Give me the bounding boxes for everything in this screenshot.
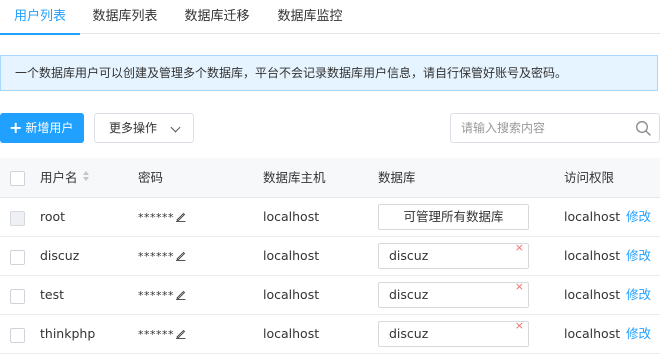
close-icon[interactable]: × [515,275,524,299]
edit-link[interactable]: 修改 [626,276,651,314]
edit-link[interactable]: 修改 [626,315,651,353]
pencil-icon[interactable] [175,251,186,261]
password-mask: ****** [138,289,174,302]
username: test [40,287,65,302]
password-mask: ****** [138,328,174,341]
database-tag: 可管理所有数据库 [378,204,529,230]
more-actions-label: 更多操作 [109,121,158,135]
header-host: 数据库主机 [263,170,326,185]
pencil-icon[interactable] [175,290,186,300]
tab-database-migration[interactable]: 数据库迁移 [175,0,259,34]
search-box [450,113,660,143]
sort-icon[interactable] [82,171,90,183]
access: localhost [564,326,621,341]
host: localhost [263,287,320,302]
database-name: discuz [389,287,429,302]
more-actions-dropdown[interactable]: 更多操作 [94,113,194,143]
pencil-icon[interactable] [175,329,186,339]
pencil-icon[interactable] [175,212,186,222]
header-database: 数据库 [378,170,416,185]
add-user-label: 新增用户 [25,121,74,135]
tab-database-monitor[interactable]: 数据库监控 [268,0,352,34]
close-icon[interactable]: × [515,314,524,338]
table-row: discuz ****** localhost discuz × localhos… [0,237,660,276]
username: thinkphp [40,326,96,341]
password-mask: ****** [138,211,174,224]
header-access: 访问权限 [564,170,615,185]
database-tag: discuz × [378,241,529,269]
tab-user-list[interactable]: 用户列表 [0,0,80,35]
database-name: discuz [389,248,429,263]
table-header: 用户名 密码 数据库主机 数据库 访问权限 [0,158,660,198]
access: localhost [564,287,621,302]
table-row: test ****** localhost discuz × localhost … [0,276,660,315]
select-all-checkbox[interactable] [10,171,25,186]
edit-link[interactable]: 修改 [626,198,651,236]
row-checkbox [10,211,25,226]
tab-database-list[interactable]: 数据库列表 [84,0,166,34]
header-username-label: 用户名 [40,170,78,185]
password-cell: ****** [138,237,186,275]
search-input[interactable] [451,114,631,142]
header-username[interactable]: 用户名 [40,158,90,197]
host: localhost [263,248,320,263]
row-checkbox[interactable] [10,328,25,343]
password-cell: ****** [138,276,186,314]
header-password: 密码 [138,170,164,185]
chevron-down-icon [170,122,181,133]
database-tag: discuz × [378,319,529,347]
close-icon[interactable]: × [515,236,524,260]
host: localhost [263,209,320,224]
edit-link[interactable]: 修改 [626,237,651,275]
row-checkbox[interactable] [10,250,25,265]
user-table: 用户名 密码 数据库主机 数据库 访问权限 root ****** localh… [0,158,660,354]
password-cell: ****** [138,198,186,236]
access: localhost [564,248,621,263]
plus-icon: + [9,118,23,137]
table-row: root ****** localhost 可管理所有数据库 localhost… [0,198,660,237]
tab-bar: 用户列表 数据库列表 数据库迁移 数据库监控 [0,0,660,35]
search-icon[interactable] [635,120,651,136]
host: localhost [263,326,320,341]
database-tag: discuz × [378,280,529,308]
row-checkbox[interactable] [10,289,25,304]
username: root [40,209,66,224]
database-name: discuz [389,326,429,341]
add-user-button[interactable]: + 新增用户 [0,113,84,143]
username: discuz [40,248,80,263]
table-row: thinkphp ****** localhost discuz × localh… [0,315,660,354]
password-cell: ****** [138,315,186,353]
info-notice: 一个数据库用户可以创建及管理多个数据库，平台不会记录数据库用户信息，请自行保管好… [0,55,658,91]
password-mask: ****** [138,250,174,263]
access: localhost [564,209,621,224]
